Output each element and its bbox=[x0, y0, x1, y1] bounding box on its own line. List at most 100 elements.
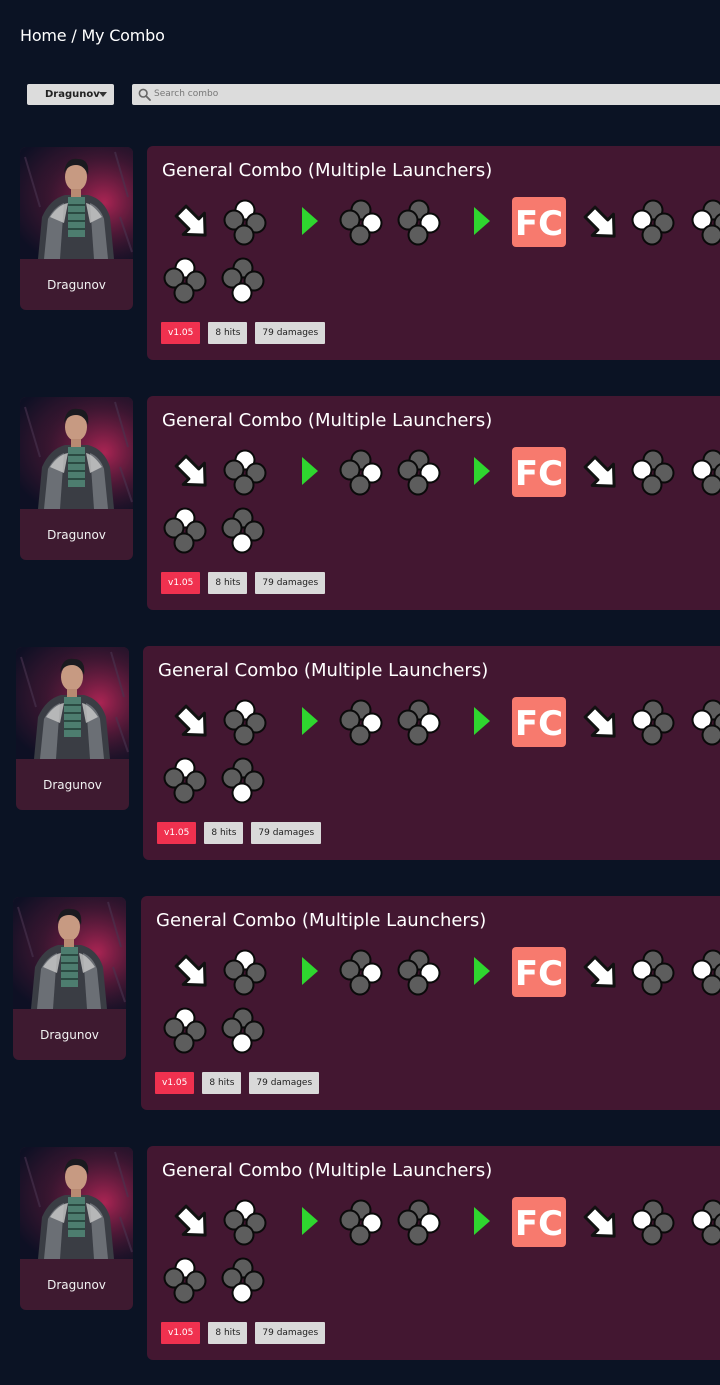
button-lp-icon bbox=[163, 757, 207, 804]
combo-tags: v1.05 8 hits 79 damages bbox=[155, 1072, 320, 1094]
combo-card[interactable]: General Combo (Multiple Launchers) FC v1… bbox=[141, 896, 720, 1110]
button-lk-icon bbox=[631, 949, 675, 996]
breadcrumb-home-link[interactable]: Home bbox=[20, 26, 67, 45]
caret-down-icon bbox=[99, 92, 107, 97]
search-box bbox=[132, 84, 720, 105]
damage-tag: 79 damages bbox=[255, 572, 326, 594]
combo-card[interactable]: General Combo (Multiple Launchers) FC v1… bbox=[147, 146, 720, 360]
breadcrumb-current: My Combo bbox=[81, 26, 165, 45]
green-arrow-icon bbox=[302, 457, 318, 485]
character-card[interactable]: Dragunov bbox=[20, 1147, 133, 1310]
breadcrumb-separator: / bbox=[71, 26, 77, 45]
combo-row: Dragunov General Combo (Multiple Launche… bbox=[0, 896, 720, 1112]
svg-text:FC: FC bbox=[515, 204, 563, 244]
button-lp-icon bbox=[223, 699, 267, 746]
hits-tag: 8 hits bbox=[208, 322, 248, 344]
character-name: Dragunov bbox=[47, 527, 106, 542]
down-forward-arrow-icon bbox=[583, 1205, 616, 1238]
character-name: Dragunov bbox=[43, 777, 102, 792]
hits-tag: 8 hits bbox=[208, 572, 248, 594]
combo-tags: v1.05 8 hits 79 damages bbox=[161, 1322, 326, 1344]
button-lk-icon bbox=[221, 1257, 265, 1304]
character-portrait bbox=[13, 897, 126, 1009]
button-lp-icon bbox=[223, 949, 267, 996]
button-lp-icon bbox=[163, 1257, 207, 1304]
version-tag: v1.05 bbox=[161, 322, 201, 344]
combo-row: Dragunov General Combo (Multiple Launche… bbox=[0, 646, 720, 862]
character-portrait bbox=[16, 647, 129, 759]
button-lk-icon bbox=[631, 1199, 675, 1246]
button-lk-icon bbox=[221, 507, 265, 554]
character-select[interactable]: Dragunov bbox=[27, 84, 114, 105]
down-forward-arrow-icon bbox=[583, 705, 616, 738]
button-rk-icon bbox=[339, 1199, 383, 1246]
character-card[interactable]: Dragunov bbox=[16, 647, 129, 810]
character-portrait bbox=[20, 147, 133, 259]
combo-card[interactable]: General Combo (Multiple Launchers) FC v1… bbox=[147, 396, 720, 610]
character-card[interactable]: Dragunov bbox=[20, 147, 133, 310]
version-tag: v1.05 bbox=[157, 822, 197, 844]
green-arrow-icon bbox=[302, 207, 318, 235]
damage-tag: 79 damages bbox=[251, 822, 322, 844]
green-arrow-icon bbox=[302, 1207, 318, 1235]
button-rk-icon bbox=[339, 699, 383, 746]
button-lp-icon bbox=[691, 449, 720, 496]
character-name: Dragunov bbox=[47, 1277, 106, 1292]
combo-card[interactable]: General Combo (Multiple Launchers) FC v1… bbox=[147, 1146, 720, 1360]
fc-badge: FC bbox=[512, 447, 566, 497]
button-rk-icon bbox=[397, 449, 441, 496]
character-card[interactable]: Dragunov bbox=[13, 897, 126, 1060]
down-forward-arrow-icon bbox=[174, 1204, 207, 1237]
button-rk-icon bbox=[397, 949, 441, 996]
fc-badge: FC bbox=[512, 697, 566, 747]
hits-tag: 8 hits bbox=[202, 1072, 242, 1094]
down-forward-arrow-icon bbox=[583, 955, 616, 988]
hits-tag: 8 hits bbox=[208, 1322, 248, 1344]
combo-card[interactable]: General Combo (Multiple Launchers) FC v1… bbox=[143, 646, 720, 860]
version-tag: v1.05 bbox=[161, 572, 201, 594]
button-rk-icon bbox=[339, 949, 383, 996]
search-input[interactable] bbox=[154, 86, 704, 102]
down-forward-arrow-icon bbox=[174, 704, 207, 737]
button-lp-icon bbox=[691, 699, 720, 746]
button-rk-icon bbox=[397, 199, 441, 246]
button-rk-icon bbox=[397, 1199, 441, 1246]
search-icon bbox=[138, 88, 151, 101]
button-lk-icon bbox=[221, 257, 265, 304]
button-lp-icon bbox=[163, 507, 207, 554]
button-lk-icon bbox=[631, 699, 675, 746]
button-lk-icon bbox=[631, 449, 675, 496]
combo-row: Dragunov General Combo (Multiple Launche… bbox=[0, 146, 720, 362]
character-portrait bbox=[20, 1147, 133, 1259]
button-lp-icon bbox=[223, 1199, 267, 1246]
combo-tags: v1.05 8 hits 79 damages bbox=[157, 822, 322, 844]
down-forward-arrow-icon bbox=[174, 204, 207, 237]
version-tag: v1.05 bbox=[155, 1072, 195, 1094]
green-arrow-icon bbox=[474, 457, 490, 485]
green-arrow-icon bbox=[474, 707, 490, 735]
svg-text:FC: FC bbox=[515, 954, 563, 994]
button-rk-icon bbox=[339, 199, 383, 246]
green-arrow-icon bbox=[474, 957, 490, 985]
character-name: Dragunov bbox=[47, 277, 106, 292]
version-tag: v1.05 bbox=[161, 1322, 201, 1344]
fc-badge: FC bbox=[512, 947, 566, 997]
button-lp-icon bbox=[691, 199, 720, 246]
damage-tag: 79 damages bbox=[249, 1072, 320, 1094]
fc-badge: FC bbox=[512, 197, 566, 247]
green-arrow-icon bbox=[302, 707, 318, 735]
button-lp-icon bbox=[223, 449, 267, 496]
svg-text:FC: FC bbox=[515, 704, 563, 744]
damage-tag: 79 damages bbox=[255, 1322, 326, 1344]
character-card[interactable]: Dragunov bbox=[20, 397, 133, 560]
breadcrumb: Home / My Combo bbox=[20, 26, 165, 45]
green-arrow-icon bbox=[474, 1207, 490, 1235]
combo-row: Dragunov General Combo (Multiple Launche… bbox=[0, 1146, 720, 1362]
combo-tags: v1.05 8 hits 79 damages bbox=[161, 322, 326, 344]
button-rk-icon bbox=[339, 449, 383, 496]
down-forward-arrow-icon bbox=[583, 455, 616, 488]
down-forward-arrow-icon bbox=[583, 205, 616, 238]
button-lp-icon bbox=[691, 949, 720, 996]
character-portrait bbox=[20, 397, 133, 509]
button-lp-icon bbox=[163, 257, 207, 304]
